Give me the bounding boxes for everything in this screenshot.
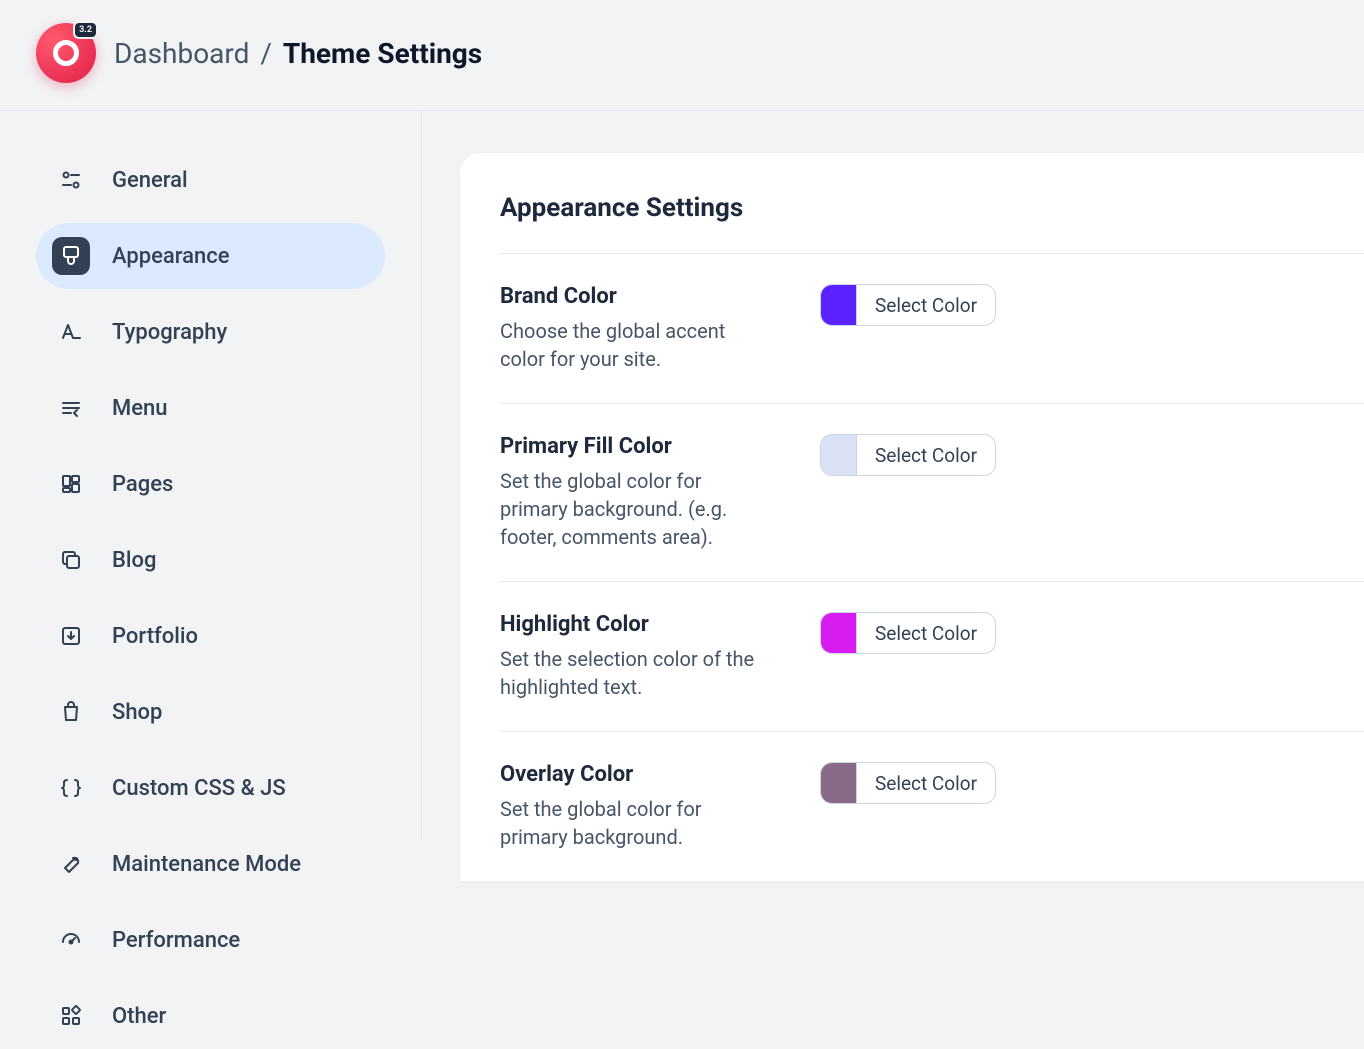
sidebar-item-pages[interactable]: Pages xyxy=(36,451,385,517)
breadcrumb-root[interactable]: Dashboard xyxy=(114,37,249,70)
widgets-icon xyxy=(52,997,90,1035)
setting-description: Set the global color for primary backgro… xyxy=(500,795,760,851)
setting-description: Choose the global accent color for your … xyxy=(500,317,760,373)
sidebar-item-label: Pages xyxy=(112,472,173,497)
select-color-button[interactable]: Select Color xyxy=(820,284,996,326)
menu-collapse-icon xyxy=(52,389,90,427)
setting-row: Brand Color Choose the global accent colo… xyxy=(500,253,1364,403)
select-color-label: Select Color xyxy=(857,763,995,803)
setting-text: Brand Color Choose the global accent colo… xyxy=(500,284,760,373)
sidebar-item-label: Maintenance Mode xyxy=(112,852,301,877)
color-swatch xyxy=(821,285,857,325)
sidebar-item-general[interactable]: General xyxy=(36,147,385,213)
app-logo[interactable]: 3.2 xyxy=(36,23,96,83)
sidebar-item-performance[interactable]: Performance xyxy=(36,907,385,973)
settings-panel: Appearance Settings Brand Color Choose th… xyxy=(460,153,1364,881)
color-swatch xyxy=(821,613,857,653)
sidebar-item-portfolio[interactable]: Portfolio xyxy=(36,603,385,669)
braces-icon xyxy=(52,769,90,807)
setting-label: Overlay Color xyxy=(500,762,760,787)
sidebar-item-label: Portfolio xyxy=(112,624,198,649)
select-color-button[interactable]: Select Color xyxy=(820,762,996,804)
select-color-button[interactable]: Select Color xyxy=(820,612,996,654)
panel-title: Appearance Settings xyxy=(500,193,1364,223)
sidebar-item-label: Other xyxy=(112,1004,166,1029)
sidebar-item-custom-css-js[interactable]: Custom CSS & JS xyxy=(36,755,385,821)
sidebar-item-blog[interactable]: Blog xyxy=(36,527,385,593)
setting-row: Highlight Color Set the selection color o… xyxy=(500,581,1364,731)
sidebar-item-label: Blog xyxy=(112,548,156,573)
setting-label: Primary Fill Color xyxy=(500,434,760,459)
typography-icon xyxy=(52,313,90,351)
breadcrumb-current: Theme Settings xyxy=(283,37,482,70)
breadcrumb-separator: / xyxy=(260,37,272,70)
image-download-icon xyxy=(52,617,90,655)
setting-text: Overlay Color Set the global color for pr… xyxy=(500,762,760,851)
layout-grid-icon xyxy=(52,465,90,503)
settings-sliders-icon xyxy=(52,161,90,199)
setting-description: Set the global color for primary backgro… xyxy=(500,467,760,551)
setting-description: Set the selection color of the highlight… xyxy=(500,645,760,701)
sidebar-item-maintenance[interactable]: Maintenance Mode xyxy=(36,831,385,897)
sidebar-item-label: Menu xyxy=(112,396,168,421)
sidebar-item-shop[interactable]: Shop xyxy=(36,679,385,745)
color-swatch xyxy=(821,763,857,803)
setting-label: Highlight Color xyxy=(500,612,760,637)
setting-row: Primary Fill Color Set the global color f… xyxy=(500,403,1364,581)
sidebar-item-label: Performance xyxy=(112,928,240,953)
sidebar-item-typography[interactable]: Typography xyxy=(36,299,385,365)
shopping-bag-icon xyxy=(52,693,90,731)
select-color-button[interactable]: Select Color xyxy=(820,434,996,476)
select-color-label: Select Color xyxy=(857,285,995,325)
setting-row: Overlay Color Set the global color for pr… xyxy=(500,731,1364,881)
sidebar-item-label: General xyxy=(112,168,188,193)
setting-label: Brand Color xyxy=(500,284,760,309)
header: 3.2 Dashboard / Theme Settings xyxy=(0,0,1364,110)
sidebar-item-label: Typography xyxy=(112,320,227,345)
main-content: Appearance Settings Brand Color Choose th… xyxy=(422,111,1364,840)
breadcrumb: Dashboard / Theme Settings xyxy=(114,37,482,70)
setting-text: Primary Fill Color Set the global color f… xyxy=(500,434,760,551)
wrench-icon xyxy=(52,845,90,883)
select-color-label: Select Color xyxy=(857,435,995,475)
setting-text: Highlight Color Set the selection color o… xyxy=(500,612,760,701)
sidebar-item-label: Custom CSS & JS xyxy=(112,776,286,801)
copy-icon xyxy=(52,541,90,579)
sidebar-item-menu[interactable]: Menu xyxy=(36,375,385,441)
gauge-icon xyxy=(52,921,90,959)
color-swatch xyxy=(821,435,857,475)
sidebar-item-label: Appearance xyxy=(112,244,230,269)
sidebar: General Appearance Typography Menu Pages Blog… xyxy=(0,111,422,840)
brush-icon xyxy=(52,237,90,275)
version-badge: 3.2 xyxy=(73,21,98,39)
sidebar-item-label: Shop xyxy=(112,700,162,725)
sidebar-item-appearance[interactable]: Appearance xyxy=(36,223,385,289)
select-color-label: Select Color xyxy=(857,613,995,653)
sidebar-item-other[interactable]: Other xyxy=(36,983,385,1049)
